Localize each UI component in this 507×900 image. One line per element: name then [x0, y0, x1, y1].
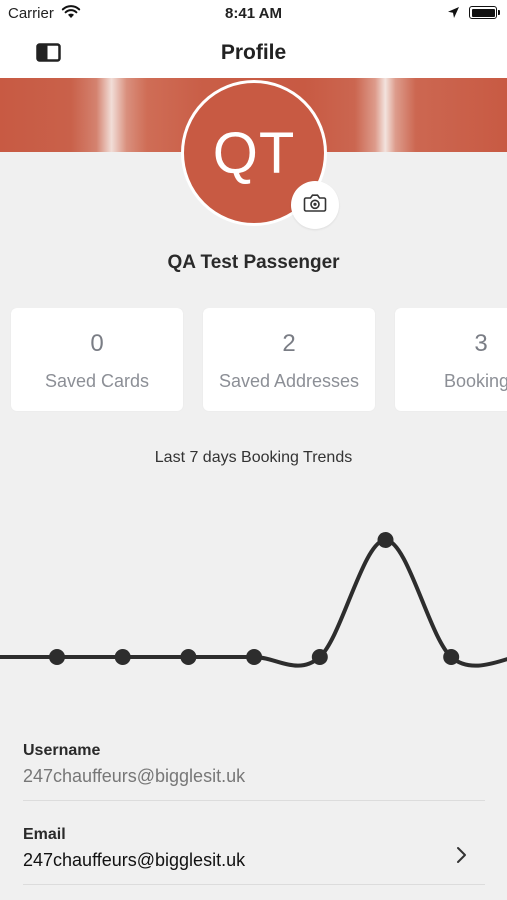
nav-bar: Profile [0, 28, 507, 78]
saved-cards-card[interactable]: 0 Saved Cards [11, 308, 183, 411]
status-bar: Carrier 8:41 AM [0, 0, 507, 28]
change-photo-button[interactable] [291, 181, 339, 229]
clock: 8:41 AM [225, 5, 282, 22]
camera-icon [303, 193, 327, 218]
username-row: Username 247chauffeurs@bigglesit.uk [23, 742, 485, 801]
trend-point-0 [49, 649, 65, 665]
battery-icon [469, 6, 497, 19]
avatar-initials: QT [212, 120, 296, 186]
saved-addresses-count: 2 [282, 330, 296, 357]
user-name: QA Test Passenger [167, 252, 340, 273]
trend-point-4 [311, 649, 328, 665]
username-value: 247chauffeurs@bigglesit.uk [23, 766, 246, 786]
chevron-right-icon [455, 846, 469, 864]
saved-cards-count: 0 [90, 330, 104, 357]
bookings-card[interactable]: 3 Bookings [395, 308, 507, 411]
trend-point-5 [377, 532, 394, 548]
battery-tip [498, 10, 500, 15]
email-label: Email [23, 826, 66, 843]
trend-line [0, 538, 507, 668]
trend-point-1 [114, 649, 131, 665]
chart-title: Last 7 days Booking Trends [154, 449, 353, 466]
bookings-count: 3 [474, 330, 488, 357]
email-row[interactable]: Email 247chauffeurs@bigglesit.uk [23, 826, 485, 885]
location-arrow-icon [447, 6, 460, 23]
booking-trend-chart [0, 532, 507, 668]
username-label: Username [23, 742, 101, 759]
bookings-label: Bookings [443, 371, 507, 391]
trend-point-6 [443, 649, 460, 665]
email-value: 247chauffeurs@bigglesit.uk [23, 850, 246, 870]
trend-point-2 [180, 649, 197, 665]
trend-point-3 [246, 649, 263, 665]
saved-addresses-label: Saved Addresses [218, 371, 360, 391]
stats-row: 0 Saved Cards 2 Saved Addresses 3 Bookin… [0, 308, 507, 412]
page-title: Profile [220, 41, 287, 64]
saved-addresses-card[interactable]: 2 Saved Addresses [203, 308, 375, 411]
saved-cards-label: Saved Cards [44, 371, 150, 391]
